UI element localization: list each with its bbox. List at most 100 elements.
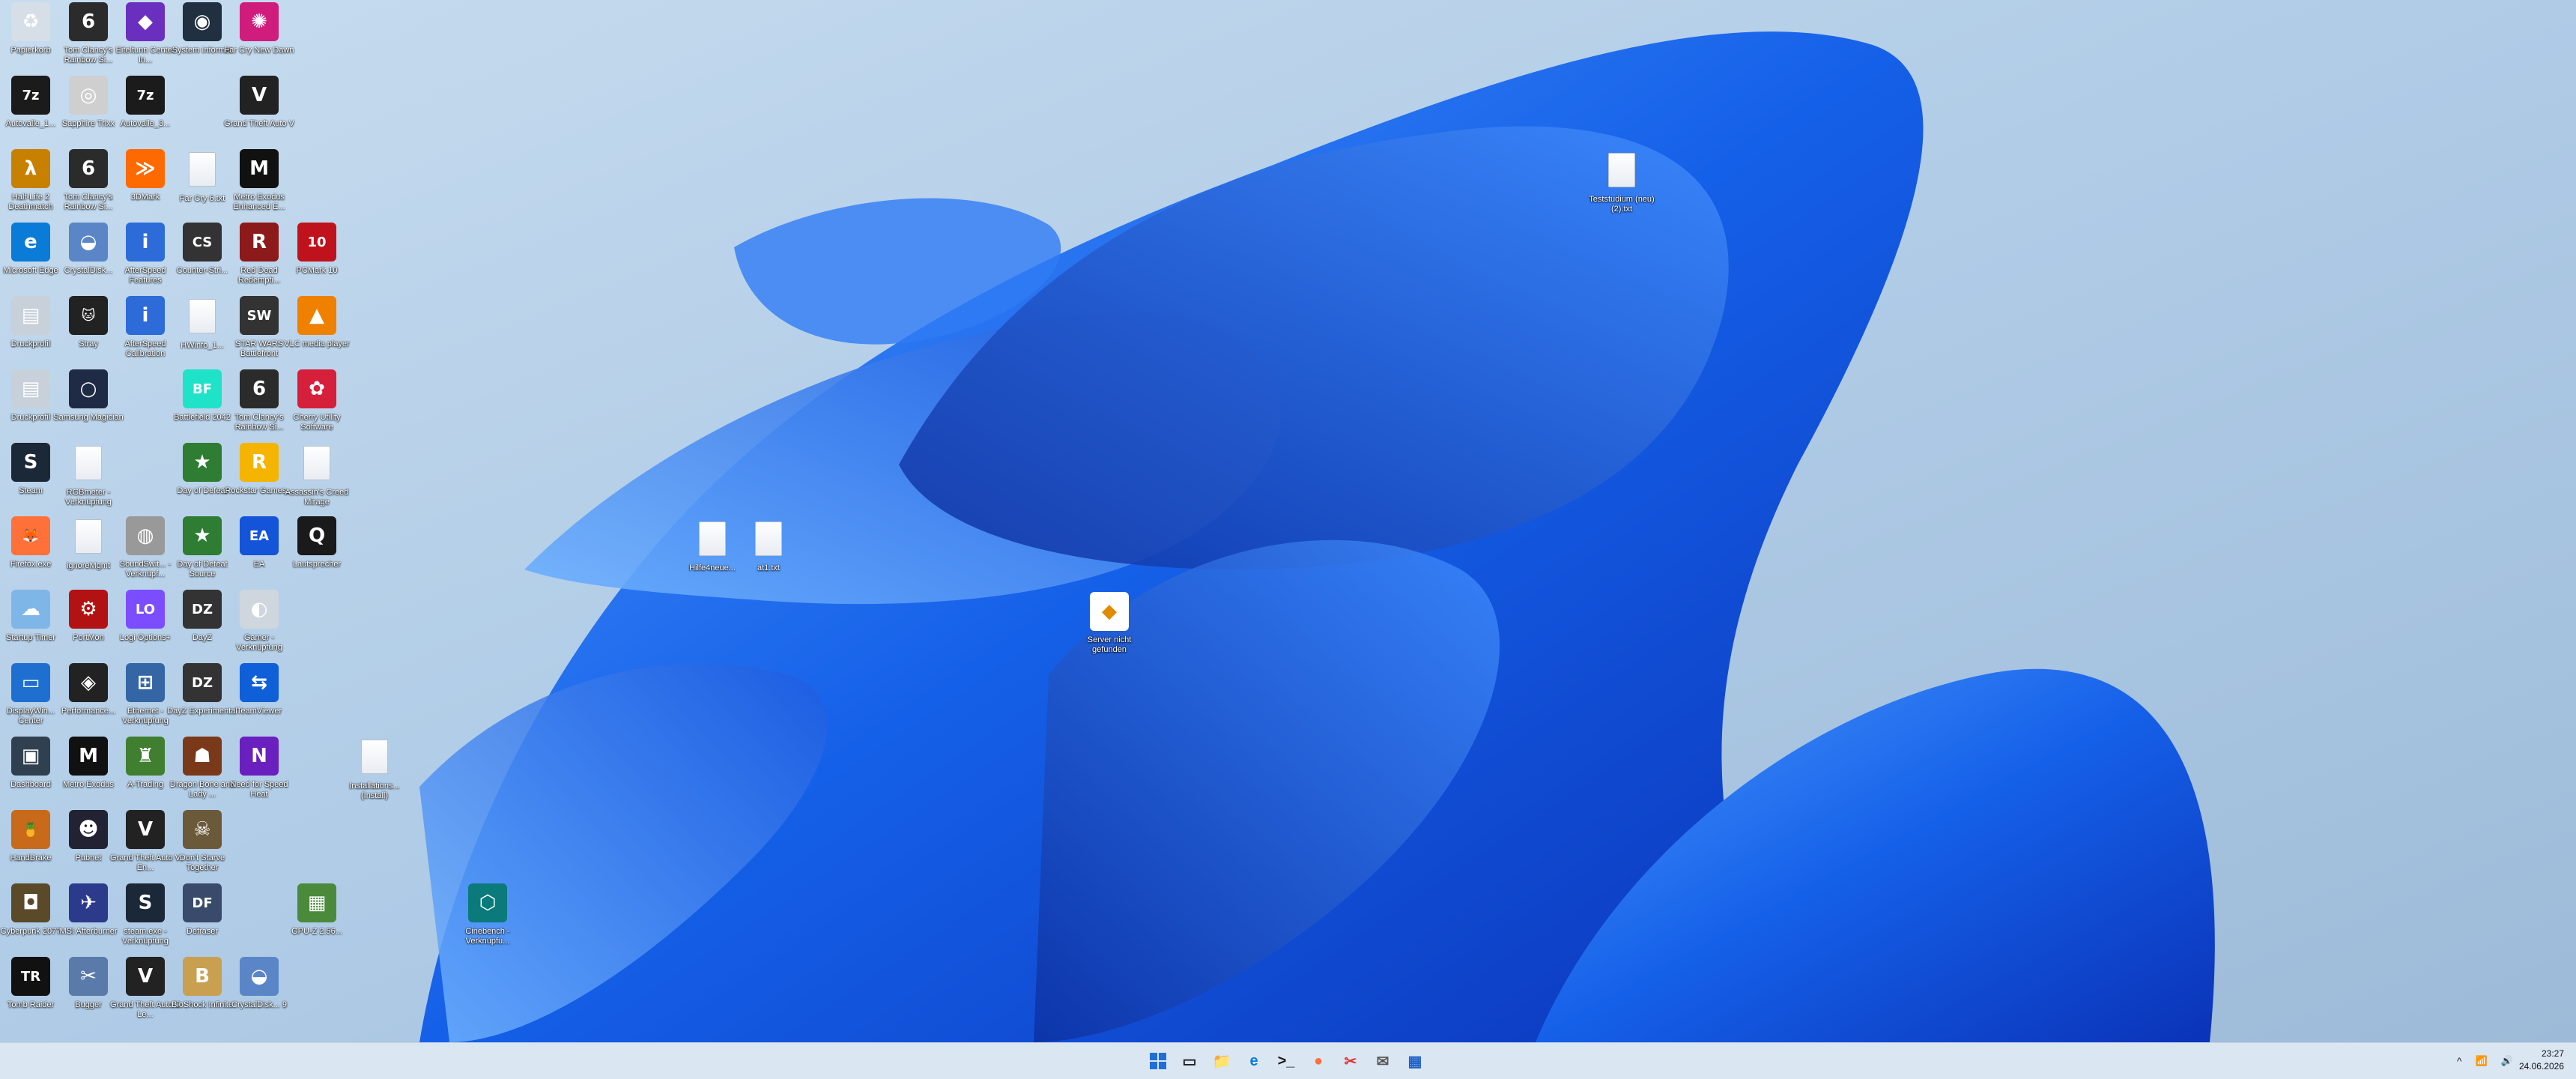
- desktop-icon-image: 🦊: [11, 516, 50, 555]
- mail-icon[interactable]: ✉: [1371, 1049, 1395, 1073]
- desktop-icon-image: ▣: [11, 737, 50, 776]
- desktop-icon[interactable]: R Red Dead Redempti...: [228, 223, 290, 285]
- desktop-icon[interactable]: N Need for Speed Heat: [228, 737, 290, 800]
- desktop-icon-image: EA: [240, 516, 279, 555]
- desktop-icon-label: Installations... (Install): [349, 782, 400, 800]
- desktop-icon-label: Samsung Magician: [53, 413, 124, 422]
- desktop-icon[interactable]: V Grand Theft Auto V Le...: [110, 957, 181, 1020]
- desktop-icon[interactable]: ◐ Gamer - Verknüpfung: [228, 590, 290, 653]
- calculator-icon[interactable]: ▦: [1403, 1049, 1427, 1073]
- desktop-icon-image: ◐: [240, 590, 279, 629]
- desktop-icon-image: ◍: [126, 516, 165, 555]
- desktop-icon-image: 6: [240, 369, 279, 408]
- desktop-icon-image: ◎: [69, 76, 108, 115]
- desktop-icon[interactable]: ✺ Far Cry New Dawn: [225, 2, 294, 55]
- desktop-icon[interactable]: ▭ DisplayWin... Center: [0, 663, 61, 726]
- desktop-icon-label: RGBmeter - Verknüpfung: [65, 488, 112, 507]
- desktop-icon[interactable]: ⬡ Cinebench - Verknüpfu...: [457, 883, 518, 946]
- desktop-icon[interactable]: SW STAR WARS Battlefront: [228, 296, 290, 359]
- desktop-icon-image: V: [126, 957, 165, 996]
- desktop-icon-image: ◈: [69, 663, 108, 702]
- explorer-icon[interactable]: 📁: [1210, 1049, 1234, 1073]
- desktop-icon[interactable]: ◒ CrystalDisk... 9: [228, 957, 290, 1010]
- desktop-icon-image: DZ: [183, 663, 222, 702]
- desktop-icon-image: [303, 446, 330, 480]
- desktop-icon-image: i: [126, 296, 165, 335]
- desktop-icon-image: ✂: [69, 957, 108, 996]
- desktop-icon-label: Need for Speed Heat: [230, 780, 288, 799]
- desktop-icon[interactable]: ⊞ Ethernet - Verknüpfung: [115, 663, 176, 726]
- volume-icon[interactable]: 🔊: [2501, 1055, 2513, 1067]
- desktop-icon-image: [1608, 153, 1635, 187]
- desktop-icon-image: 🐱: [69, 296, 108, 335]
- desktop-icon-label: GPU-Z 2.56...: [291, 927, 342, 936]
- desktop-icon-image: ▤: [11, 296, 50, 335]
- desktop-icon-image: ☠: [183, 810, 222, 849]
- desktop-icon-label: Gamer - Verknüpfung: [236, 633, 282, 652]
- desktop-icon[interactable]: V Grand Theft Auto V: [224, 76, 294, 129]
- desktop-icon[interactable]: Ssteam.exe - Verknüpfung: [115, 883, 176, 946]
- desktop-icon[interactable]: ✿ Cherry Utility Software: [286, 369, 348, 432]
- wifi-icon[interactable]: 📶: [2476, 1055, 2488, 1067]
- desktop-icon-image: [75, 519, 102, 554]
- desktop-icon-image: ◒: [240, 957, 279, 996]
- desktop-icon[interactable]: 7z Autovalle_3...: [115, 76, 176, 129]
- desktop-icon-image: ✺: [240, 2, 279, 41]
- desktop-icon[interactable]: ◆ Eiteltunn Center In...: [115, 2, 176, 65]
- desktop-icon-image: ★: [183, 516, 222, 555]
- desktop-icon-image: ▲: [297, 296, 336, 335]
- desktop-icon-label: Defraser: [186, 927, 219, 936]
- desktop-icon-image: ⇆: [240, 663, 279, 702]
- desktop-icon[interactable]: ⇆ TeamViewer: [228, 663, 290, 716]
- desktop-icon-image: ☻: [69, 810, 108, 849]
- desktop-icon[interactable]: 6 Tom Clancy's Rainbow Si...: [58, 149, 119, 212]
- desktop-icon-label: Cherry Utility Software: [293, 413, 341, 432]
- taskview-icon[interactable]: ▭: [1178, 1049, 1201, 1073]
- desktop-icon[interactable]: ★ Day of Defeat Source: [172, 516, 233, 579]
- desktop-icon-image: V: [240, 76, 279, 115]
- desktop-icon[interactable]: Installations... (Install): [344, 737, 405, 801]
- clock[interactable]: 23:27 24.06.2026: [2519, 1048, 2564, 1073]
- tray-chevron-icon[interactable]: ^: [2457, 1055, 2462, 1067]
- desktop-icon-image: S: [126, 883, 165, 922]
- desktop-icon-image: ▦: [297, 883, 336, 922]
- desktop-icon[interactable]: ☠ Don't Starve Together: [172, 810, 233, 873]
- desktop-icon-image: [699, 522, 726, 556]
- desktop-icon-image: 6: [69, 2, 108, 41]
- desktop-icon-image: ≫: [126, 149, 165, 188]
- desktop-icon[interactable]: RGBmeter - Verknüpfung: [58, 443, 119, 507]
- desktop-icon-image: [361, 740, 388, 774]
- desktop-icon[interactable]: Assassin's Creed Mirage: [285, 443, 348, 507]
- desktop-icon-image: λ: [11, 149, 50, 188]
- terminal-icon[interactable]: >_: [1274, 1049, 1298, 1073]
- desktop-icon[interactable]: Teststudium (neu) (2).txt: [1589, 150, 1655, 214]
- desktop-icon-image: Q: [297, 516, 336, 555]
- desktop-icon-image: ◆: [126, 2, 165, 41]
- desktop-icon-image: CS: [183, 223, 222, 262]
- desktop-icon[interactable]: ▲ VLC media player: [284, 296, 350, 349]
- desktop-icon[interactable]: 10 PCMark 10: [286, 223, 348, 276]
- snipping-icon[interactable]: ✂: [1339, 1049, 1363, 1073]
- desktop-icon[interactable]: Q Lautsprecher: [286, 516, 348, 569]
- desktop-icon[interactable]: ▦ GPU-Z 2.56...: [286, 883, 348, 937]
- clock-time: 23:27: [2541, 1048, 2564, 1059]
- firefox-icon[interactable]: ●: [1306, 1049, 1330, 1073]
- desktop-icon[interactable]: ○ Samsung Magician: [53, 369, 124, 423]
- desktop-icon-image: ☁: [11, 590, 50, 629]
- desktop-icon-image: DF: [183, 883, 222, 922]
- edge-icon[interactable]: e: [1242, 1049, 1266, 1073]
- desktop-icon[interactable]: i AfterSpeed Features: [115, 223, 176, 285]
- desktop-icon-label: VLC media player: [284, 339, 350, 348]
- desktop-icon-image: ▤: [11, 369, 50, 408]
- windows-logo-icon: [1150, 1053, 1166, 1069]
- desktop-icon-image: 6: [69, 149, 108, 188]
- desktop-icon-image: ⚙: [69, 590, 108, 629]
- desktop-icon[interactable]: ◆ Server nicht gefunden: [1079, 592, 1140, 655]
- desktop-icon[interactable]: M Metro Exodus Enhanced E...: [228, 149, 290, 212]
- desktop-icon[interactable]: DF Defraser: [172, 883, 233, 937]
- desktop-icon[interactable]: at1.txt: [738, 519, 799, 573]
- start-button[interactable]: [1146, 1049, 1170, 1073]
- desktop-icon-image: ▭: [11, 663, 50, 702]
- desktop-icon-image: ✈: [69, 883, 108, 922]
- desktop-icon-image: ○: [69, 369, 108, 408]
